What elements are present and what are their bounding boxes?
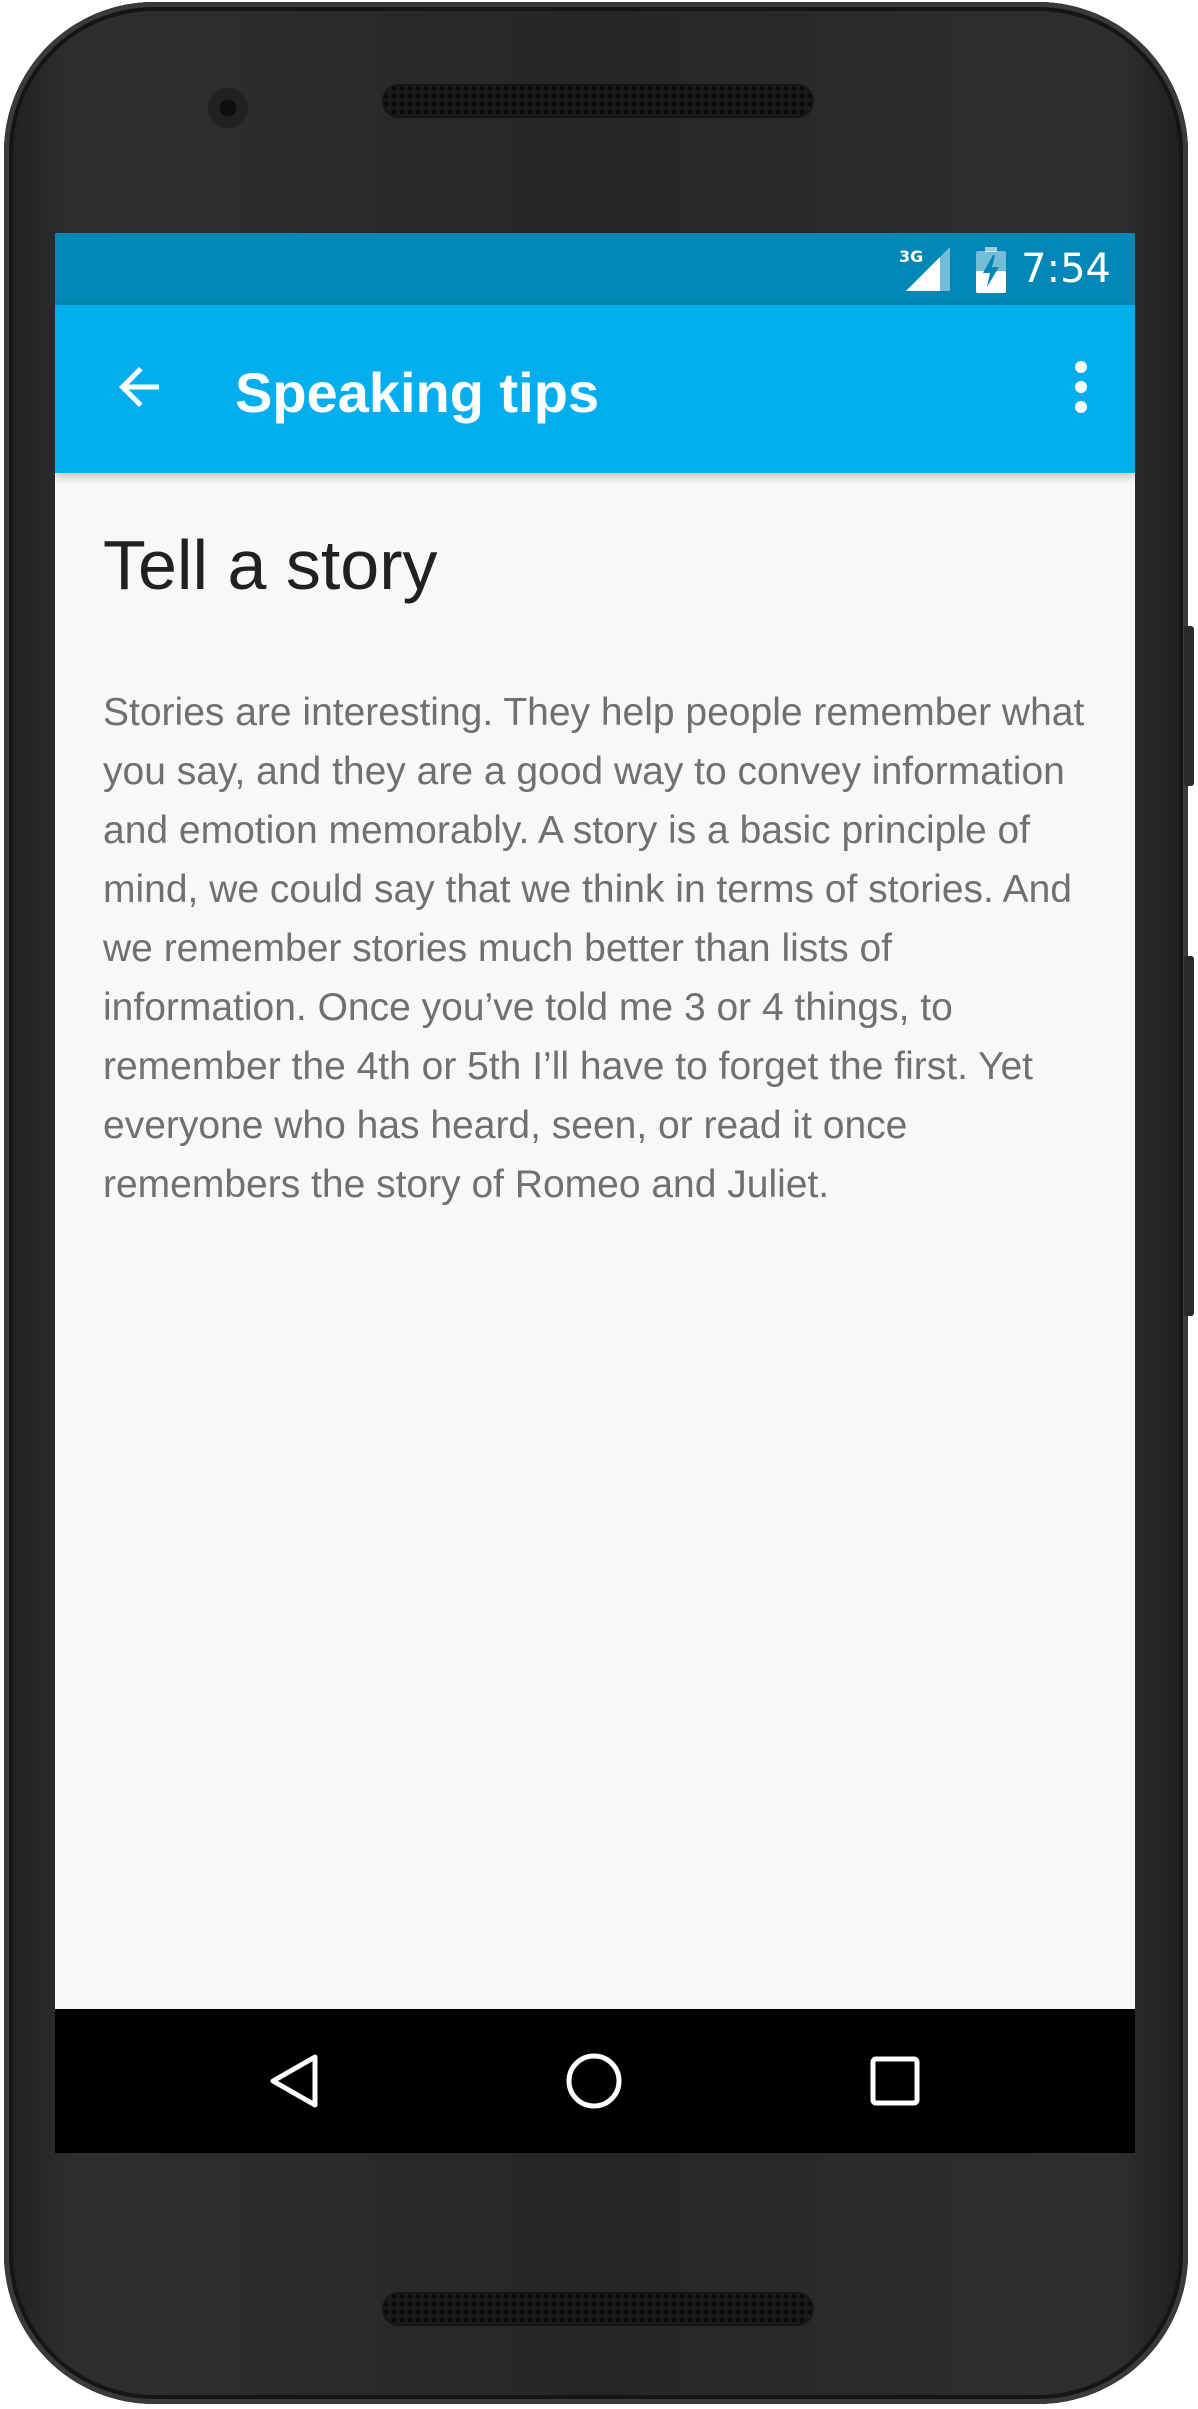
front-camera: [208, 88, 248, 128]
nav-back-triangle-icon[interactable]: [265, 2051, 325, 2111]
arrow-back-icon[interactable]: [109, 357, 169, 417]
nav-home-circle-icon[interactable]: [564, 2051, 624, 2111]
navigation-bar: [55, 2009, 1135, 2153]
tip-body-text: Stories are interesting. They help peopl…: [103, 691, 1085, 1206]
app-bar-title: Speaking tips: [235, 361, 600, 424]
battery-charging-icon: [976, 247, 1006, 293]
top-speaker-grille: [382, 84, 814, 118]
more-vert-icon[interactable]: [1069, 357, 1093, 417]
nav-recents-square-icon[interactable]: [865, 2051, 925, 2111]
status-time: 7:54: [1021, 246, 1111, 292]
bottom-speaker-grille: [382, 2292, 814, 2326]
cell-signal-icon: [906, 247, 950, 291]
tip-content: Tell a story Stories are interesting. Th…: [103, 523, 1103, 1214]
tip-heading: Tell a story: [103, 526, 438, 604]
status-bar: 3G 7:54: [55, 233, 1135, 305]
app-bar: Speaking tips: [55, 305, 1135, 473]
screen: 3G 7:54 Speaking tips Tell a story Stori…: [55, 233, 1135, 2153]
volume-button: [1184, 956, 1194, 1316]
power-button: [1184, 626, 1194, 786]
